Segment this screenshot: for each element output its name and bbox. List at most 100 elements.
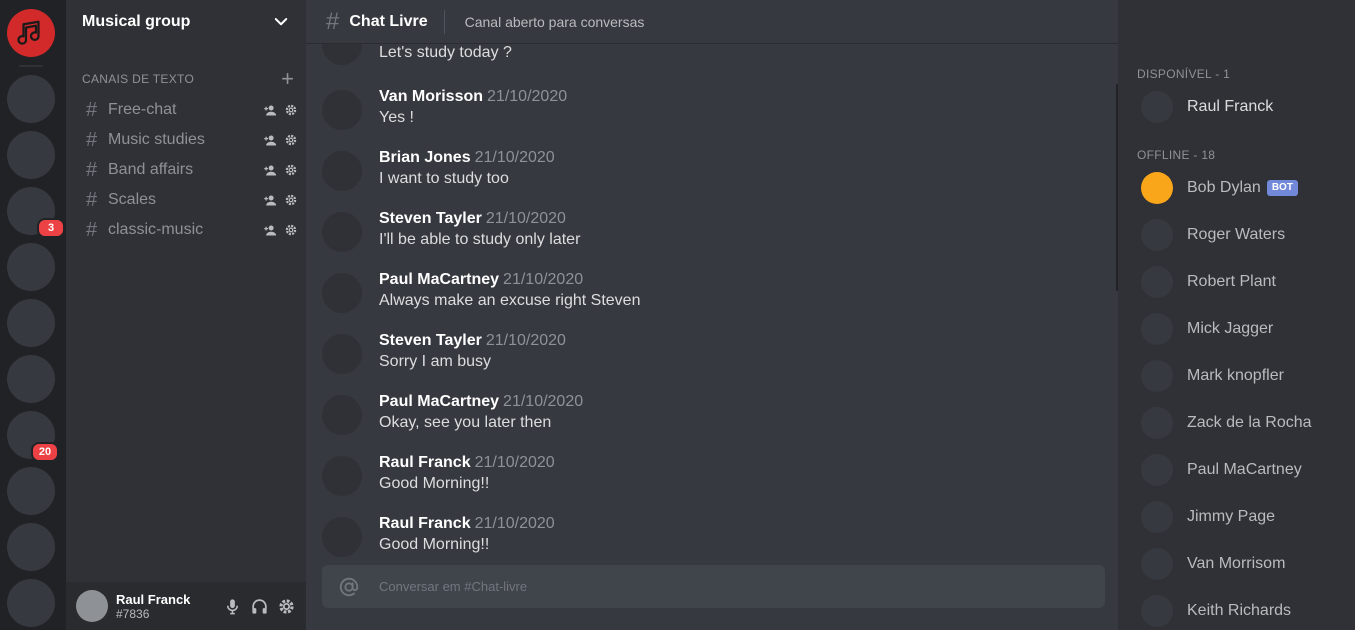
server-icon[interactable] xyxy=(7,299,55,347)
message: Steven Tayler 21/10/2020 I'll be able to … xyxy=(322,210,1102,260)
server-icon[interactable] xyxy=(7,467,55,515)
avatar[interactable] xyxy=(322,395,362,435)
at-icon[interactable] xyxy=(338,576,360,598)
member-item[interactable]: Bob Dylan BOT xyxy=(1141,168,1351,208)
channel-name: Music studies xyxy=(108,131,205,148)
member-item[interactable]: Paul MaCartney xyxy=(1141,450,1351,490)
add-member-icon[interactable] xyxy=(263,103,278,118)
channel-name: Band affairs xyxy=(108,161,194,178)
message-text: Good Morning!! xyxy=(379,536,490,553)
member-name: Van Morrisom xyxy=(1187,555,1286,572)
member-item[interactable]: Keith Richards xyxy=(1141,591,1351,630)
channel-item-free-chat[interactable]: # Free-chat xyxy=(86,96,298,124)
avatar[interactable] xyxy=(322,456,362,496)
member-item[interactable]: Robert Plant xyxy=(1141,262,1351,302)
avatar[interactable] xyxy=(322,334,362,374)
avatar xyxy=(1141,548,1173,580)
avatar[interactable] xyxy=(322,44,362,65)
message-text: Yes ! xyxy=(379,109,414,126)
add-member-icon[interactable] xyxy=(263,163,278,178)
message-author[interactable]: Brian Jones xyxy=(379,149,471,166)
message-timestamp: 21/10/2020 xyxy=(485,332,566,349)
message: Raul Franck 21/10/2020 Good Morning!! xyxy=(322,454,1102,504)
channel-item-band-affairs[interactable]: # Band affairs xyxy=(86,156,298,184)
avatar xyxy=(1141,454,1173,486)
channel-item-scales[interactable]: # Scales xyxy=(86,186,298,214)
mention-badge: 3 xyxy=(37,218,65,238)
member-item[interactable]: Mark knopfler xyxy=(1141,356,1351,396)
channel-topic: Canal aberto para conversas xyxy=(464,13,645,30)
member-name: Mick Jagger xyxy=(1187,320,1274,337)
add-member-icon[interactable] xyxy=(263,133,278,148)
message-list[interactable]: Let's study today ? Van Morisson 21/10/20… xyxy=(306,44,1118,560)
member-name: Zack de la Rocha xyxy=(1187,414,1312,431)
server-icon[interactable] xyxy=(7,523,55,571)
channel-category-header: CANAIS DE TEXTO + xyxy=(82,68,294,90)
add-member-icon[interactable] xyxy=(263,193,278,208)
message: Paul MaCartney 21/10/2020 Always make an … xyxy=(322,271,1102,321)
member-name: Raul Franck xyxy=(1187,98,1274,115)
channel-item-classic-music[interactable]: # classic-music xyxy=(86,216,298,244)
avatar xyxy=(1141,172,1173,204)
member-item[interactable]: Raul Franck xyxy=(1141,87,1351,127)
gear-icon[interactable] xyxy=(284,223,298,237)
message-text: I'll be able to study only later xyxy=(379,231,581,248)
channel-item-music-studies[interactable]: # Music studies xyxy=(86,126,298,154)
header-divider xyxy=(443,9,445,34)
home-server-button[interactable] xyxy=(7,9,55,57)
message: Raul Franck 21/10/2020 Good Morning!! xyxy=(322,515,1102,560)
add-member-icon[interactable] xyxy=(263,223,278,238)
server-icon[interactable] xyxy=(7,75,55,123)
avatar xyxy=(1141,266,1173,298)
member-item[interactable]: Jimmy Page xyxy=(1141,497,1351,537)
gear-icon[interactable] xyxy=(284,103,298,117)
message-author[interactable]: Paul MaCartney xyxy=(379,271,499,288)
hash-icon: # xyxy=(86,98,98,121)
plus-icon[interactable]: + xyxy=(281,68,294,90)
gear-icon[interactable] xyxy=(277,597,296,616)
channel-title: Chat Livre xyxy=(349,12,428,30)
avatar[interactable] xyxy=(322,90,362,130)
gear-icon[interactable] xyxy=(284,193,298,207)
member-name: Keith Richards xyxy=(1187,602,1292,619)
message-author[interactable]: Raul Franck xyxy=(379,515,471,532)
channel-sidebar: Musical group CANAIS DE TEXTO + # Free-c… xyxy=(66,0,306,630)
channel-name: Scales xyxy=(108,191,157,208)
chevron-down-icon[interactable] xyxy=(272,13,290,31)
server-icon[interactable] xyxy=(7,131,55,179)
avatar xyxy=(1141,407,1173,439)
member-item[interactable]: Roger Waters xyxy=(1141,215,1351,255)
message-text: Good Morning!! xyxy=(379,475,490,492)
message-author[interactable]: Paul MaCartney xyxy=(379,393,499,410)
guild-header[interactable]: Musical group xyxy=(66,0,306,44)
message-timestamp: 21/10/2020 xyxy=(474,515,555,532)
channel-name: classic-music xyxy=(108,221,204,238)
server-icon[interactable] xyxy=(7,243,55,291)
message: Steven Tayler 21/10/2020 Sorry I am busy xyxy=(322,332,1102,382)
server-icon[interactable] xyxy=(7,579,55,627)
message-author[interactable]: Steven Tayler xyxy=(379,332,482,349)
avatar[interactable] xyxy=(322,151,362,191)
hash-icon: # xyxy=(86,188,98,211)
bot-badge: BOT xyxy=(1266,180,1298,196)
gear-icon[interactable] xyxy=(284,133,298,147)
music-note-icon xyxy=(16,18,46,48)
user-tag: #7836 xyxy=(116,606,150,621)
avatar[interactable] xyxy=(76,590,108,622)
avatar[interactable] xyxy=(322,273,362,313)
microphone-icon[interactable] xyxy=(223,597,242,616)
message-author[interactable]: Van Morisson xyxy=(379,88,483,105)
category-label: CANAIS DE TEXTO xyxy=(82,72,195,86)
message-author[interactable]: Steven Tayler xyxy=(379,210,482,227)
avatar[interactable] xyxy=(322,517,362,557)
message-author[interactable]: Raul Franck xyxy=(379,454,471,471)
avatar[interactable] xyxy=(322,212,362,252)
member-item[interactable]: Van Morrisom xyxy=(1141,544,1351,584)
member-item[interactable]: Zack de la Rocha xyxy=(1141,403,1351,443)
headphones-icon[interactable] xyxy=(250,597,269,616)
gear-icon[interactable] xyxy=(284,163,298,177)
server-icon[interactable] xyxy=(7,355,55,403)
message-timestamp: 21/10/2020 xyxy=(474,149,555,166)
message-input[interactable] xyxy=(379,579,1105,594)
member-item[interactable]: Mick Jagger xyxy=(1141,309,1351,349)
